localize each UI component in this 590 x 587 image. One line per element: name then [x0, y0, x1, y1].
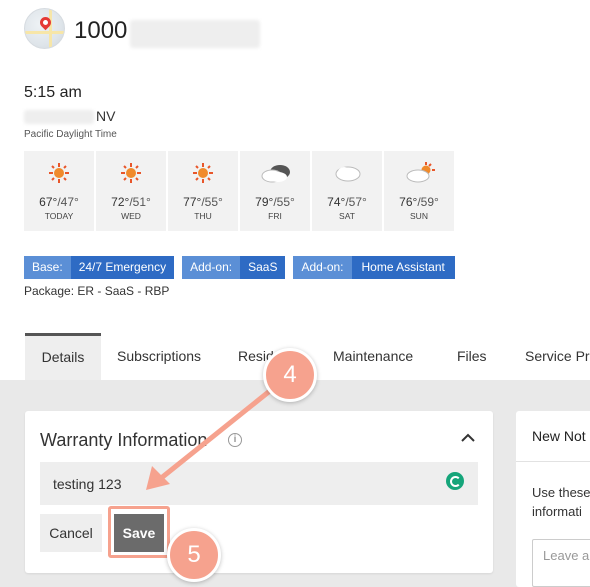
annotation-arrow	[146, 383, 279, 490]
step-4-marker: 4	[263, 348, 317, 402]
step-5-marker: 5	[167, 528, 221, 582]
